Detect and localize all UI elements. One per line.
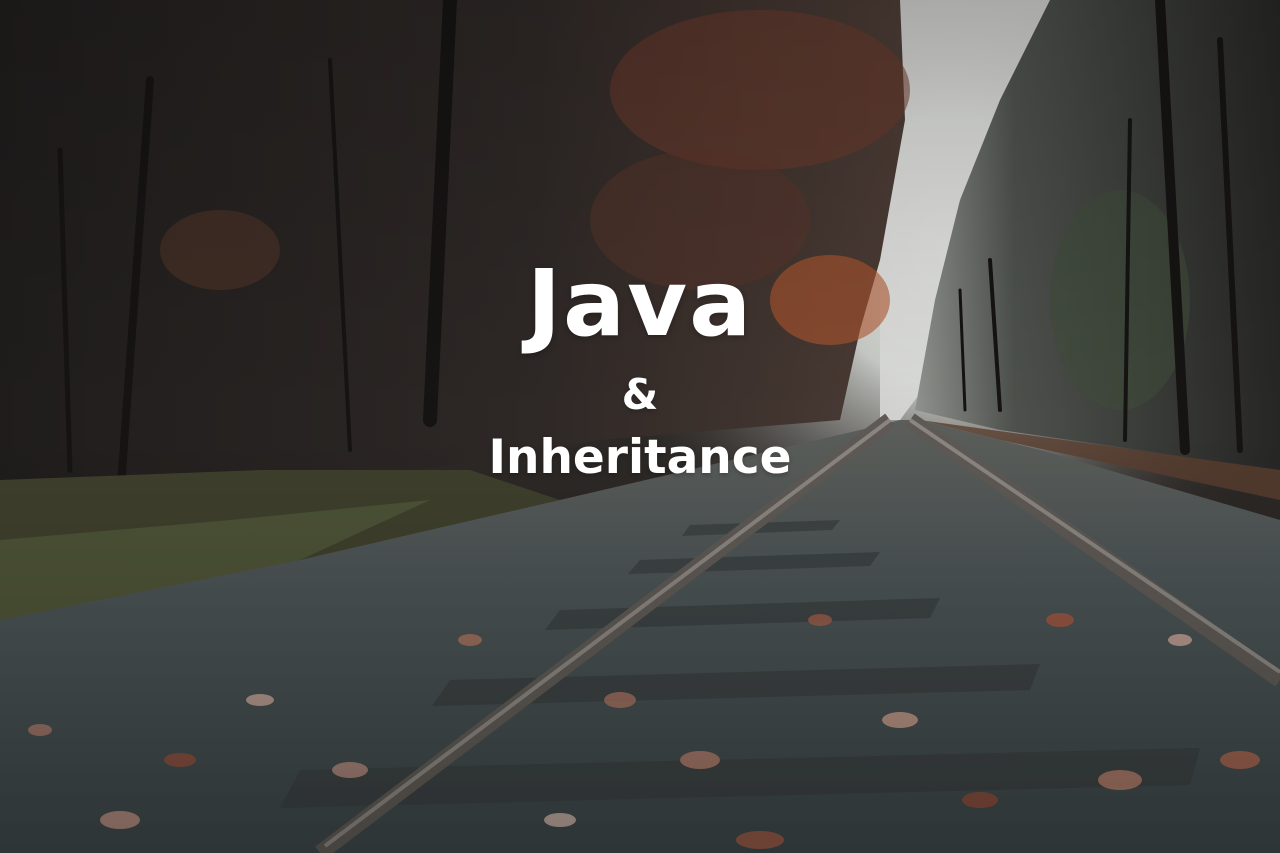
hero-image: Java & Inheritance bbox=[0, 0, 1280, 853]
railway-forest-photo bbox=[0, 0, 1280, 853]
